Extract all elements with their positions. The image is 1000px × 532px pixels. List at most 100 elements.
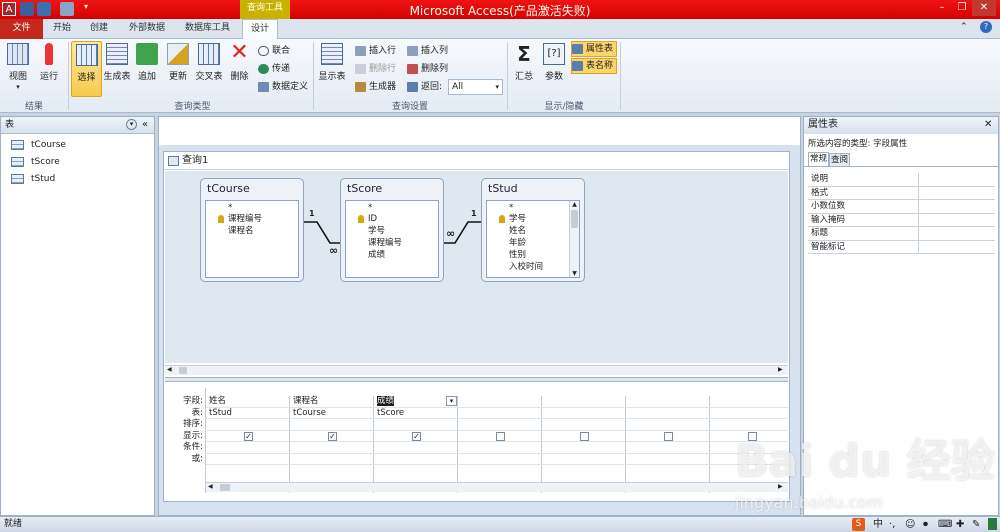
- grid-field-cell[interactable]: [710, 396, 788, 408]
- access-app-icon[interactable]: A: [2, 2, 16, 16]
- collapse-nav-icon[interactable]: «: [142, 117, 148, 133]
- help-icon[interactable]: ?: [980, 21, 992, 33]
- delete-query-button[interactable]: ✕ 删除: [226, 41, 253, 97]
- collapse-ribbon-icon[interactable]: ⌃: [960, 22, 968, 32]
- property-value[interactable]: [918, 200, 995, 213]
- field-item[interactable]: 年龄: [491, 237, 571, 249]
- keyboard-icon[interactable]: ⌨: [938, 517, 952, 532]
- grid-column[interactable]: 成绩 ▾ tScore ✓: [374, 396, 458, 493]
- customize-qat-icon[interactable]: ▾: [84, 2, 92, 16]
- insert-rows-button[interactable]: 插入行: [355, 43, 403, 59]
- nav-dropdown-icon[interactable]: ▾: [126, 119, 137, 130]
- delete-rows-button[interactable]: 删除行: [355, 61, 403, 77]
- skin-icon[interactable]: ✚: [956, 517, 964, 532]
- grid-column[interactable]: [458, 396, 542, 493]
- nav-header[interactable]: 表 ▾ «: [1, 117, 154, 134]
- show-checkbox[interactable]: ✓: [328, 431, 337, 441]
- grid-sort-cell[interactable]: [290, 419, 374, 431]
- grid-field-cell[interactable]: [542, 396, 626, 408]
- ime-punct-icon[interactable]: ·,: [889, 517, 895, 532]
- grid-table-cell[interactable]: [626, 408, 710, 419]
- field-list-tcourse[interactable]: tCourse * 课程编号 课程名: [200, 178, 304, 282]
- union-button[interactable]: 联合: [258, 43, 320, 59]
- grid-sort-cell[interactable]: [374, 419, 458, 431]
- field-list-tscore[interactable]: tScore * ID 学号 课程编号 成绩: [340, 178, 444, 282]
- property-value[interactable]: [918, 213, 995, 227]
- make-table-button[interactable]: 生成表: [103, 41, 131, 97]
- grid-field-cell[interactable]: 姓名: [206, 396, 290, 408]
- tab-create[interactable]: 创建: [82, 19, 116, 39]
- property-row-format[interactable]: 格式: [808, 186, 995, 200]
- grid-or-cell[interactable]: [458, 454, 542, 465]
- grid-criteria-cell[interactable]: [542, 442, 626, 454]
- field-list-tstud[interactable]: tStud * 学号 姓名 年龄 性别 入校时间 ▲ ▼: [481, 178, 585, 282]
- data-definition-button[interactable]: 数据定义: [258, 79, 320, 95]
- grid-criteria-cell[interactable]: [374, 442, 458, 454]
- property-row-input-mask[interactable]: 输入掩码: [808, 213, 995, 227]
- show-table-button[interactable]: 显示表: [316, 41, 348, 97]
- grid-column[interactable]: [542, 396, 626, 493]
- ime-icon[interactable]: S: [852, 518, 865, 531]
- builder-button[interactable]: 生成器: [355, 79, 403, 95]
- field-item[interactable]: ID: [350, 213, 430, 225]
- tools-icon[interactable]: ✎: [972, 517, 980, 532]
- update-button[interactable]: 更新: [164, 41, 192, 97]
- grid-criteria-cell[interactable]: [206, 442, 290, 454]
- view-switch-icon[interactable]: [988, 518, 997, 530]
- property-row-smart-tags[interactable]: 智能标记: [808, 240, 995, 254]
- table-names-button[interactable]: 表名称: [571, 58, 617, 74]
- grid-or-cell[interactable]: [374, 454, 458, 465]
- tab-external-data[interactable]: 外部数据: [121, 19, 173, 39]
- grid-table-cell[interactable]: [458, 408, 542, 419]
- grid-table-cell[interactable]: tCourse: [290, 408, 374, 419]
- parameters-button[interactable]: [?] 参数: [540, 41, 568, 97]
- grid-field-cell[interactable]: 成绩 ▾: [374, 396, 458, 408]
- tab-database-tools[interactable]: 数据库工具: [177, 19, 238, 39]
- field-item[interactable]: 性别: [491, 249, 571, 261]
- totals-button[interactable]: Σ 汇总: [510, 41, 538, 97]
- close-button[interactable]: ✕: [972, 0, 996, 16]
- property-row-caption[interactable]: 标题: [808, 227, 995, 241]
- diagram-horizontal-scrollbar[interactable]: ◀ ▶: [165, 365, 788, 375]
- property-value[interactable]: [918, 173, 995, 186]
- pane-splitter[interactable]: [165, 377, 788, 382]
- field-list-scrollbar[interactable]: ▲ ▼: [569, 201, 579, 277]
- grid-or-cell[interactable]: [626, 454, 710, 465]
- grid-or-cell[interactable]: [290, 454, 374, 465]
- field-item[interactable]: 学号: [350, 225, 430, 237]
- grid-criteria-cell[interactable]: [458, 442, 542, 454]
- tab-file[interactable]: 文件: [0, 19, 43, 39]
- show-checkbox[interactable]: [664, 431, 673, 441]
- close-property-sheet-icon[interactable]: ✕: [984, 117, 992, 133]
- save-icon[interactable]: [20, 2, 34, 16]
- show-checkbox[interactable]: [496, 431, 505, 441]
- grid-or-cell[interactable]: [542, 454, 626, 465]
- property-tab-general[interactable]: 常规: [808, 152, 829, 166]
- grid-sort-cell[interactable]: [458, 419, 542, 431]
- show-checkbox[interactable]: ✓: [244, 431, 253, 441]
- nav-item-tstud[interactable]: tStud: [9, 171, 55, 187]
- field-item[interactable]: 学号: [491, 213, 571, 225]
- property-row-decimal-places[interactable]: 小数位数: [808, 200, 995, 214]
- grid-table-cell[interactable]: tStud: [206, 408, 290, 419]
- nav-item-tcourse[interactable]: tCourse: [9, 137, 66, 153]
- mic-icon[interactable]: ⏺: [923, 517, 928, 532]
- grid-horizontal-scrollbar[interactable]: ◀ ▶: [206, 482, 788, 492]
- tab-design[interactable]: 设计: [242, 19, 279, 40]
- tab-home[interactable]: 开始: [45, 19, 79, 39]
- grid-criteria-cell[interactable]: [290, 442, 374, 454]
- property-value[interactable]: [918, 186, 995, 200]
- grid-table-cell[interactable]: [542, 408, 626, 419]
- crosstab-button[interactable]: 交叉表: [193, 41, 225, 97]
- field-dropdown-icon[interactable]: ▾: [446, 396, 457, 406]
- select-query-button[interactable]: 选择: [71, 41, 102, 97]
- pass-through-button[interactable]: 传递: [258, 61, 320, 77]
- undo-icon[interactable]: [37, 2, 51, 16]
- grid-field-cell[interactable]: 课程名: [290, 396, 374, 408]
- nav-item-tscore[interactable]: tScore: [9, 154, 60, 170]
- show-checkbox[interactable]: ✓: [412, 431, 421, 441]
- field-item[interactable]: 课程名: [210, 225, 290, 237]
- view-button[interactable]: 视图 ▾: [2, 41, 34, 97]
- field-item[interactable]: 入校时间: [491, 261, 571, 273]
- grid-field-cell[interactable]: [626, 396, 710, 408]
